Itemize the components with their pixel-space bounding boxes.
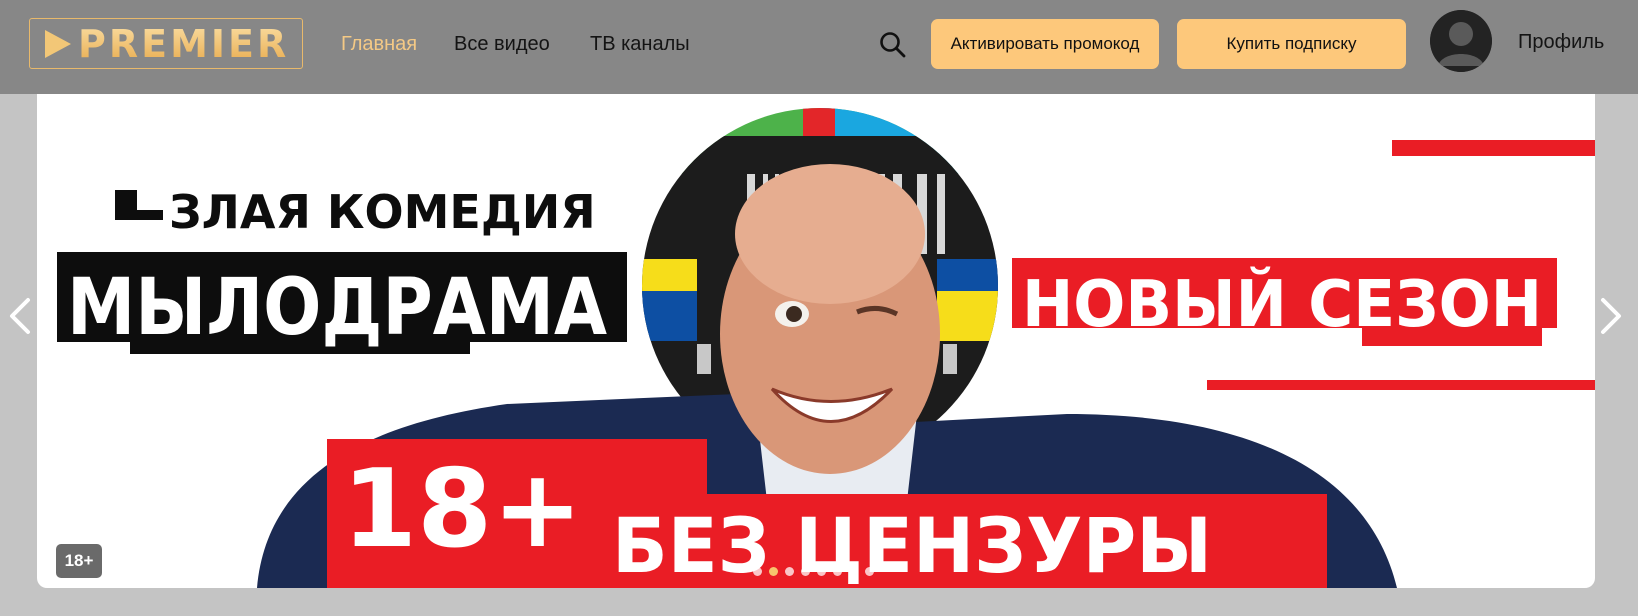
hero-banner[interactable]: ЗЛАЯ КОМЕДИЯ МЫЛОДРАМА НОВЫЙ СЕЗОН 18+ Б… xyxy=(37,94,1595,588)
nav-home[interactable]: Главная xyxy=(341,30,417,58)
banner-title: МЫЛОДРАМА xyxy=(67,263,607,353)
banner-age-big: 18+ xyxy=(342,447,583,572)
nav-tv-channels[interactable]: ТВ каналы xyxy=(590,30,690,58)
slider-dot[interactable] xyxy=(865,567,874,576)
banner-uncensored: БЕЗ ЦЕНЗУРЫ xyxy=(612,501,1212,588)
search-icon[interactable] xyxy=(878,30,908,60)
banner-kicker: ЗЛАЯ КОМЕДИЯ xyxy=(169,185,596,239)
play-logo-icon xyxy=(45,30,71,58)
slider-dot[interactable] xyxy=(849,567,858,576)
profile-link[interactable]: Профиль xyxy=(1518,28,1604,56)
buy-subscription-button[interactable]: Купить подписку xyxy=(1177,19,1406,69)
slider-dot[interactable] xyxy=(833,567,842,576)
banner-new-season: НОВЫЙ СЕЗОН xyxy=(1022,266,1542,342)
slider-next-chevron-icon[interactable] xyxy=(1597,296,1625,336)
top-header: PREMIER Главная Все видео ТВ каналы Акти… xyxy=(0,0,1638,94)
logo-text: PREMIER xyxy=(78,22,290,66)
slider-dot[interactable] xyxy=(769,567,778,576)
user-avatar-icon xyxy=(1430,10,1492,72)
slider-dot[interactable] xyxy=(753,567,762,576)
banner-artwork: ЗЛАЯ КОМЕДИЯ МЫЛОДРАМА НОВЫЙ СЕЗОН 18+ Б… xyxy=(57,108,1595,588)
slider-dot[interactable] xyxy=(817,567,826,576)
slider-dot[interactable] xyxy=(801,567,810,576)
nav-all-videos[interactable]: Все видео xyxy=(454,30,550,58)
avatar[interactable] xyxy=(1430,10,1492,72)
slider-pagination xyxy=(753,567,874,576)
activate-promo-button[interactable]: Активировать промокод xyxy=(931,19,1159,69)
age-rating-badge: 18+ xyxy=(56,544,102,578)
slider-dot[interactable] xyxy=(785,567,794,576)
premier-logo[interactable]: PREMIER xyxy=(29,18,303,69)
slider-prev-chevron-icon[interactable] xyxy=(6,296,34,336)
